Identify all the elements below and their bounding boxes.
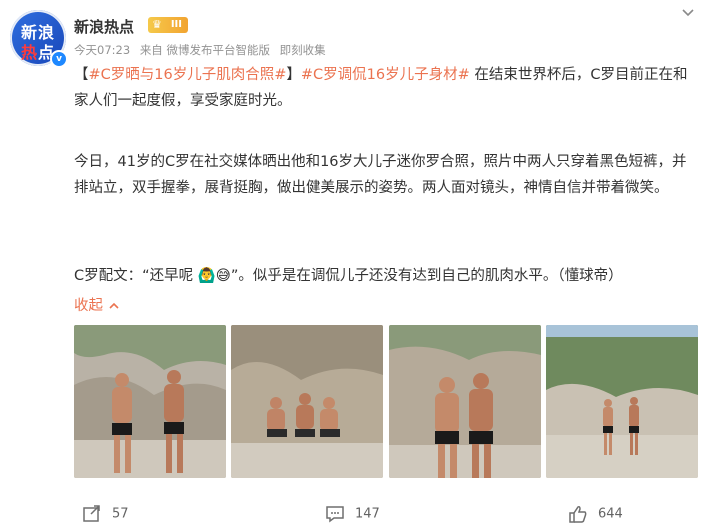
- chevron-up-icon: [109, 302, 119, 309]
- photo-4[interactable]: [546, 325, 698, 478]
- thumbs-up-icon: [569, 506, 587, 523]
- post-time[interactable]: 今天07:23: [74, 43, 130, 57]
- account-name[interactable]: 新浪热点: [74, 16, 134, 37]
- verified-icon: v: [50, 50, 68, 68]
- bracket-open: 【: [74, 67, 89, 83]
- photo-3[interactable]: [389, 325, 541, 478]
- comment-button[interactable]: 147: [325, 505, 380, 523]
- chevron-down-icon: [682, 9, 694, 17]
- comment-count: 147: [355, 506, 380, 522]
- topic-link-2[interactable]: #C罗调侃16岁儿子身材#: [301, 67, 470, 83]
- bracket-close: 】: [286, 67, 301, 83]
- repost-icon: [83, 505, 100, 522]
- level-badge[interactable]: ♛ III: [148, 17, 188, 33]
- photo-2[interactable]: [231, 325, 383, 478]
- topic-link-1[interactable]: #C罗晒与16岁儿子肌肉合照#: [89, 67, 287, 83]
- comment-icon: [326, 506, 344, 523]
- post-meta: 今天07:23 来自 微博发布平台智能版 即刻收集: [74, 42, 332, 58]
- post-edited: 即刻收集: [279, 43, 326, 57]
- post-paragraph-3: C罗配文：“还早呢 🙆‍♂️😅”。似乎是在调侃儿子还没有达到自己的肌肉水平。（懂…: [74, 268, 623, 284]
- crown-icon: ♛: [152, 18, 162, 31]
- level-badge-label: III: [170, 19, 182, 30]
- repost-button[interactable]: 57: [82, 505, 129, 523]
- collapse-label: 收起: [74, 298, 103, 314]
- more-options-button[interactable]: [677, 6, 699, 22]
- like-button[interactable]: 644: [568, 505, 623, 523]
- photo-1[interactable]: [74, 325, 226, 478]
- collapse-button[interactable]: 收起: [74, 294, 120, 315]
- like-count: 644: [598, 506, 623, 522]
- avatar-text-bottom-red: 热: [20, 43, 38, 62]
- post-source[interactable]: 来自 微博发布平台智能版: [140, 43, 270, 57]
- post-paragraph-1: 【#C罗晒与16岁儿子肌肉合照#】#C罗调侃16岁儿子身材# 在结束世界杯后，C…: [74, 62, 696, 114]
- repost-count: 57: [112, 506, 129, 522]
- post-paragraph-2: 今日，41岁的C罗在社交媒体晒出他和16岁大儿子迷你罗合照，照片中两人只穿着黑色…: [74, 154, 687, 196]
